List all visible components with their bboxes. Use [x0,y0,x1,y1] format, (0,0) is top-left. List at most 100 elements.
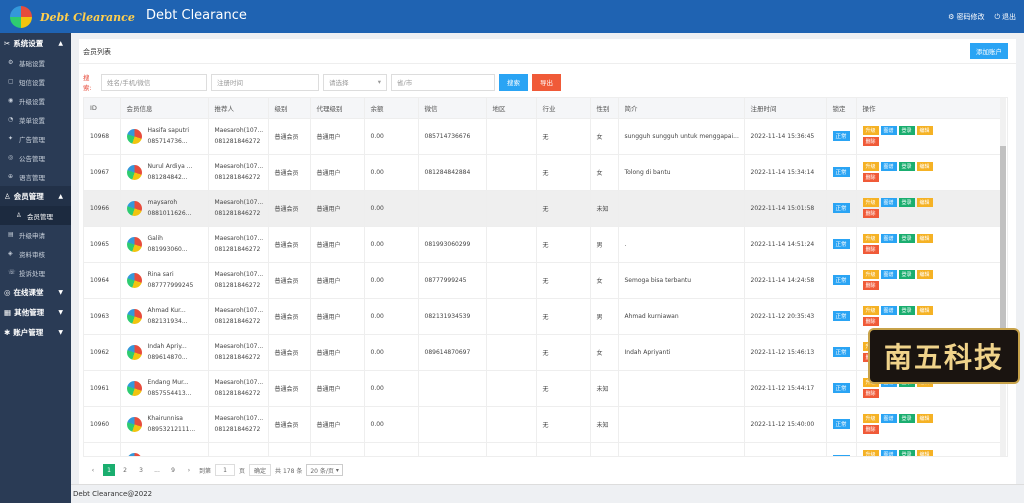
cell-gender: 女 [590,261,619,298]
sidebar-item-complaints[interactable]: ☏ 投诉处理 [0,263,71,282]
column-header: 地区 [486,98,537,118]
upgrade-button[interactable]: 升级 [862,270,879,279]
change-password-link[interactable]: ⚙ 密码修改 [948,12,984,22]
upgrade-button[interactable]: 升级 [862,126,879,135]
province-select[interactable]: 省/市 [391,73,495,91]
page-size-select[interactable]: 20 条/页 ▾ [306,464,343,476]
sidebar-item-upgrade[interactable]: ◉ 升级设置 [0,91,71,110]
sidebar-group-other[interactable]: ▦ 其他管理 ▼ [0,302,71,322]
page-2-button[interactable]: 2 [119,464,131,476]
edit-button[interactable]: 编辑 [916,306,933,315]
edit-button[interactable]: 编辑 [916,450,933,456]
sidebar-group-system[interactable]: ✂ 系统设置 ▲ [0,33,71,53]
graph-button[interactable]: 图谱 [880,306,897,315]
delete-button[interactable]: 删除 [862,389,879,398]
sidebar-item-member-manage[interactable]: ♙ 会员管理 [0,206,71,225]
delete-button[interactable]: 删除 [862,137,879,146]
next-page-button[interactable]: › [183,464,195,476]
graph-button[interactable]: 图谱 [880,162,897,171]
prev-page-button[interactable]: ‹ [87,464,99,476]
cell-id: 10959 [84,441,121,456]
logout-link[interactable]: ⏻ 退出 [994,12,1016,22]
login-button[interactable]: 登录 [898,126,915,135]
sidebar-group-members[interactable]: ♙ 会员管理 ▲ [0,186,71,206]
cell-id: 10966 [84,189,121,226]
name-search-input[interactable]: 姓名/手机/微信 [101,73,207,91]
sidebar-item-profile-review[interactable]: ◈ 资料审核 [0,244,71,263]
cell-gender: 男 [590,297,619,334]
goto-page-input[interactable]: 1 [215,464,236,476]
upgrade-button[interactable]: 升级 [862,450,879,456]
login-button[interactable]: 登录 [898,234,915,243]
status-badge[interactable]: 正常 [832,275,850,285]
upgrade-button[interactable]: 升级 [862,414,879,423]
sidebar-item-upgrade-apply[interactable]: ▤ 升级申请 [0,225,71,244]
status-badge[interactable]: 正常 [832,167,850,177]
edit-button[interactable]: 编辑 [916,162,933,171]
status-badge[interactable]: 正常 [832,383,850,393]
graph-button[interactable]: 图谱 [880,234,897,243]
sidebar-item-notice[interactable]: ◎ 公告管理 [0,148,71,167]
login-button[interactable]: 登录 [898,414,915,423]
sidebar-group-classroom[interactable]: ◎ 在线课堂 ▼ [0,282,71,302]
scrollbar-thumb[interactable] [1000,146,1006,336]
delete-button[interactable]: 删除 [862,245,879,254]
cell-id: 10967 [84,153,121,190]
graph-button[interactable]: 图谱 [880,414,897,423]
edit-button[interactable]: 编辑 [916,198,933,207]
status-badge[interactable]: 正常 [832,419,850,429]
login-button[interactable]: 登录 [898,162,915,171]
add-account-button[interactable]: 添加账户 [970,43,1008,59]
graph-button[interactable]: 图谱 [880,198,897,207]
cell-bio: Semoga bisa terbantu [618,261,745,298]
edit-button[interactable]: 编辑 [916,414,933,423]
cell-member: Endang Mur... 0857554413... [120,369,209,406]
export-button[interactable]: 导出 [532,73,561,91]
goto-confirm-button[interactable]: 确定 [249,464,272,476]
column-header: 推荐人 [208,98,269,118]
reg-time-input[interactable]: 注册时间 [211,73,319,91]
upgrade-button[interactable]: 升级 [862,306,879,315]
member-name: Ahmad Kur... [147,306,186,314]
page-3-button[interactable]: 3 [135,464,147,476]
delete-button[interactable]: 删除 [862,173,879,182]
delete-button[interactable]: 删除 [862,209,879,218]
status-badge[interactable]: 正常 [832,347,850,357]
edit-button[interactable]: 编辑 [916,126,933,135]
graph-button[interactable]: 图谱 [880,126,897,135]
graph-button[interactable]: 图谱 [880,450,897,456]
app-title: Debt Clearance [146,8,247,23]
sidebar-group-account[interactable]: ✱ 账户管理 ▼ [0,322,71,342]
category-select[interactable]: 请选择 ▾ [323,73,387,91]
sidebar-item-language[interactable]: ⊕ 语言管理 [0,167,71,186]
status-badge[interactable]: 正常 [832,131,850,141]
status-badge[interactable]: 正常 [832,239,850,249]
edit-button[interactable]: 编辑 [916,234,933,243]
login-button[interactable]: 登录 [898,270,915,279]
status-badge[interactable]: 正常 [832,311,850,321]
cell-wechat: 089614870697 [418,333,487,370]
status-badge[interactable]: 正常 [832,203,850,213]
status-badge[interactable]: 正常 [832,455,850,456]
sidebar-item-ads[interactable]: ✦ 广告管理 [0,129,71,148]
table-scrollbar[interactable] [1000,98,1006,456]
sidebar-item-sms[interactable]: ▢ 短信设置 [0,72,71,91]
login-button[interactable]: 登录 [898,198,915,207]
upgrade-button[interactable]: 升级 [862,162,879,171]
search-button[interactable]: 搜索 [499,73,528,91]
page-9-button[interactable]: 9 [167,464,179,476]
delete-button[interactable]: 删除 [862,425,879,434]
sidebar-item-basic[interactable]: ⚙ 基础设置 [0,53,71,72]
login-button[interactable]: 登录 [898,306,915,315]
upgrade-button[interactable]: 升级 [862,234,879,243]
edit-button[interactable]: 编辑 [916,270,933,279]
graph-button[interactable]: 图谱 [880,270,897,279]
page-1-button[interactable]: 1 [103,464,115,476]
delete-button[interactable]: 删除 [862,281,879,290]
delete-button[interactable]: 删除 [862,317,879,326]
login-button[interactable]: 登录 [898,450,915,456]
upgrade-button[interactable]: 升级 [862,198,879,207]
sidebar-item-menu[interactable]: ◔ 菜单设置 [0,110,71,129]
referrer-name: Maesaroh(107... [214,198,264,206]
avatar [126,308,142,324]
